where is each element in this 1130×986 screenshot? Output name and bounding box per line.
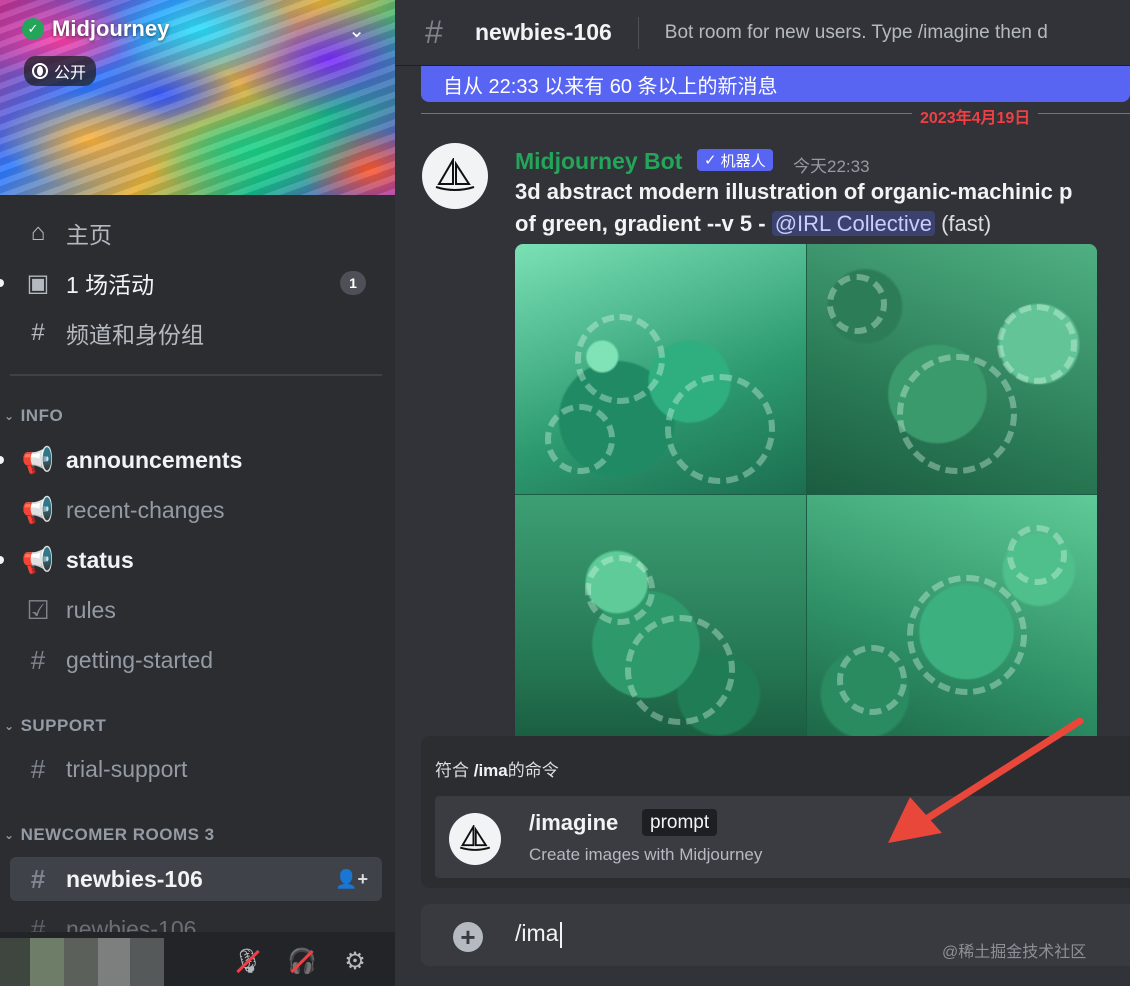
channel-topbar: # newbies-106 Bot room for new users. Ty… — [395, 0, 1130, 66]
command-name: /imagine — [529, 810, 619, 835]
speed-label: (fast) — [941, 211, 992, 236]
generated-image-1[interactable] — [515, 244, 806, 494]
user-panel — [0, 932, 395, 986]
generated-image-3[interactable] — [515, 494, 806, 744]
megaphone-icon: 📢 — [21, 544, 55, 575]
channel-label: getting-started — [66, 646, 214, 673]
channel-rules[interactable]: ☑ rules — [24, 589, 116, 631]
blurred-username — [98, 938, 130, 986]
nav-home-label: 主页 — [66, 222, 112, 248]
settings-gear-icon[interactable]: ⚙ — [340, 946, 370, 976]
message-prompt-line1: 3d abstract modern illustration of organ… — [515, 179, 1073, 204]
nav-home[interactable]: ⌂ 主页 — [24, 213, 112, 253]
megaphone-icon: 📢 — [21, 494, 55, 525]
home-icon: ⌂ — [30, 219, 46, 246]
channel-sidebar: ✓ Midjourney ⌄ 公开 ⌂ 主页 ▣ 1 场活动 1 # 频道和身份… — [0, 0, 395, 986]
new-messages-bar[interactable]: 自从 22:33 以来有 60 条以上的新消息 — [421, 66, 1130, 102]
category-info-label: INFO — [20, 406, 64, 425]
category-support-label: SUPPORT — [20, 716, 107, 735]
channel-recent-changes[interactable]: 📢 recent-changes — [21, 489, 225, 531]
channel-label: announcements — [66, 446, 243, 473]
autocomplete-title: 符合 /ima的命令 — [435, 761, 559, 780]
channel-label: rules — [66, 596, 116, 623]
channel-browse-icon: # — [31, 319, 45, 346]
hash-icon: # — [30, 644, 46, 675]
check-icon: ✓ — [704, 152, 717, 169]
deafen-headphones-icon[interactable]: 🎧 — [287, 946, 317, 976]
globe-icon — [32, 63, 48, 79]
category-info[interactable]: ⌄ INFO — [4, 406, 63, 426]
channel-status[interactable]: 📢 status — [0, 539, 134, 581]
channel-topic[interactable]: Bot room for new users. Type /imagine th… — [665, 22, 1048, 44]
date-divider-label: 2023年4月19日 — [912, 104, 1039, 128]
bot-tag-label: 机器人 — [720, 152, 766, 170]
watermark: @稀土掘金技术社区 — [942, 944, 1087, 961]
attach-plus-icon[interactable]: + — [453, 922, 483, 952]
calendar-icon: ▣ — [26, 269, 50, 297]
sailboat-icon — [435, 158, 475, 191]
locked-hash-icon: # — [425, 14, 443, 50]
verified-icon: ✓ — [22, 18, 44, 40]
message-prompt-line2: of green, gradient --v 5 - @IRL Collecti… — [515, 211, 991, 237]
sailboat-icon — [459, 825, 491, 851]
nav-channels-roles-label: 频道和身份组 — [66, 322, 204, 348]
channel-newbies-selected[interactable]: # newbies-106 👤+ — [10, 857, 382, 901]
category-newcomer-label: NEWCOMER ROOMS 3 — [20, 825, 215, 844]
unread-dot — [0, 456, 4, 464]
chevron-down-icon: ⌄ — [4, 719, 15, 733]
locked-hash-icon: # — [30, 863, 46, 894]
blurred-username — [130, 938, 164, 986]
blurred-avatar — [0, 938, 30, 986]
message-author[interactable]: Midjourney Bot — [515, 148, 682, 175]
rules-checkbox-icon: ☑ — [26, 594, 50, 625]
channel-getting-started[interactable]: # getting-started — [24, 639, 213, 681]
bot-tag: ✓ 机器人 — [697, 149, 773, 171]
unread-dot — [0, 279, 4, 287]
add-member-icon[interactable]: 👤+ — [335, 869, 368, 890]
text-caret — [560, 921, 563, 948]
nav-events[interactable]: ▣ 1 场活动 — [0, 263, 155, 303]
category-newcomer[interactable]: ⌄ NEWCOMER ROOMS 3 — [4, 825, 215, 845]
mute-mic-icon[interactable]: 🎙 — [233, 946, 263, 976]
prompt-tail: of green, gradient --v 5 - — [515, 211, 772, 236]
channel-label: recent-changes — [66, 496, 225, 523]
channel-announcements[interactable]: 📢 announcements — [0, 439, 243, 481]
blurred-avatar — [30, 938, 64, 986]
channel-label: newbies-106 — [66, 865, 203, 892]
generated-image-2[interactable] — [806, 244, 1097, 494]
blurred-avatar — [64, 938, 98, 986]
public-label: 公开 — [54, 65, 87, 82]
command-option-param: prompt — [642, 809, 718, 836]
thread-hash-icon: # — [30, 753, 46, 784]
nav-events-label: 1 场活动 — [66, 272, 155, 298]
server-header[interactable]: ✓ Midjourney — [22, 16, 169, 42]
topbar-separator — [637, 16, 639, 49]
channel-title: newbies-106 — [475, 19, 612, 45]
bot-avatar — [449, 813, 501, 865]
megaphone-icon: 📢 — [21, 444, 55, 475]
annotation-arrow — [888, 717, 1084, 843]
generated-image-grid[interactable] — [515, 244, 1097, 744]
new-messages-label: 自从 22:33 以来有 60 条以上的新消息 — [443, 75, 778, 98]
unread-dot — [0, 556, 4, 564]
message-timestamp: 今天22:33 — [793, 157, 870, 176]
events-count-badge: 1 — [340, 271, 366, 295]
bot-avatar[interactable] — [422, 143, 488, 209]
category-support[interactable]: ⌄ SUPPORT — [4, 716, 106, 736]
sidebar-divider — [10, 374, 382, 376]
server-name[interactable]: Midjourney — [52, 16, 169, 42]
command-description: Create images with Midjourney — [529, 845, 763, 864]
chevron-down-icon: ⌄ — [4, 828, 15, 842]
nav-channels-roles[interactable]: # 频道和身份组 — [24, 313, 204, 353]
channel-label: trial-support — [66, 755, 188, 782]
public-badge: 公开 — [24, 56, 97, 86]
channel-trial-support[interactable]: # trial-support — [24, 748, 188, 790]
channel-label: status — [66, 546, 134, 573]
chevron-down-icon[interactable]: ⌄ — [348, 18, 365, 43]
user-mention[interactable]: @IRL Collective — [771, 211, 935, 236]
message-input[interactable]: /ima — [515, 920, 563, 948]
chevron-down-icon: ⌄ — [4, 409, 15, 423]
